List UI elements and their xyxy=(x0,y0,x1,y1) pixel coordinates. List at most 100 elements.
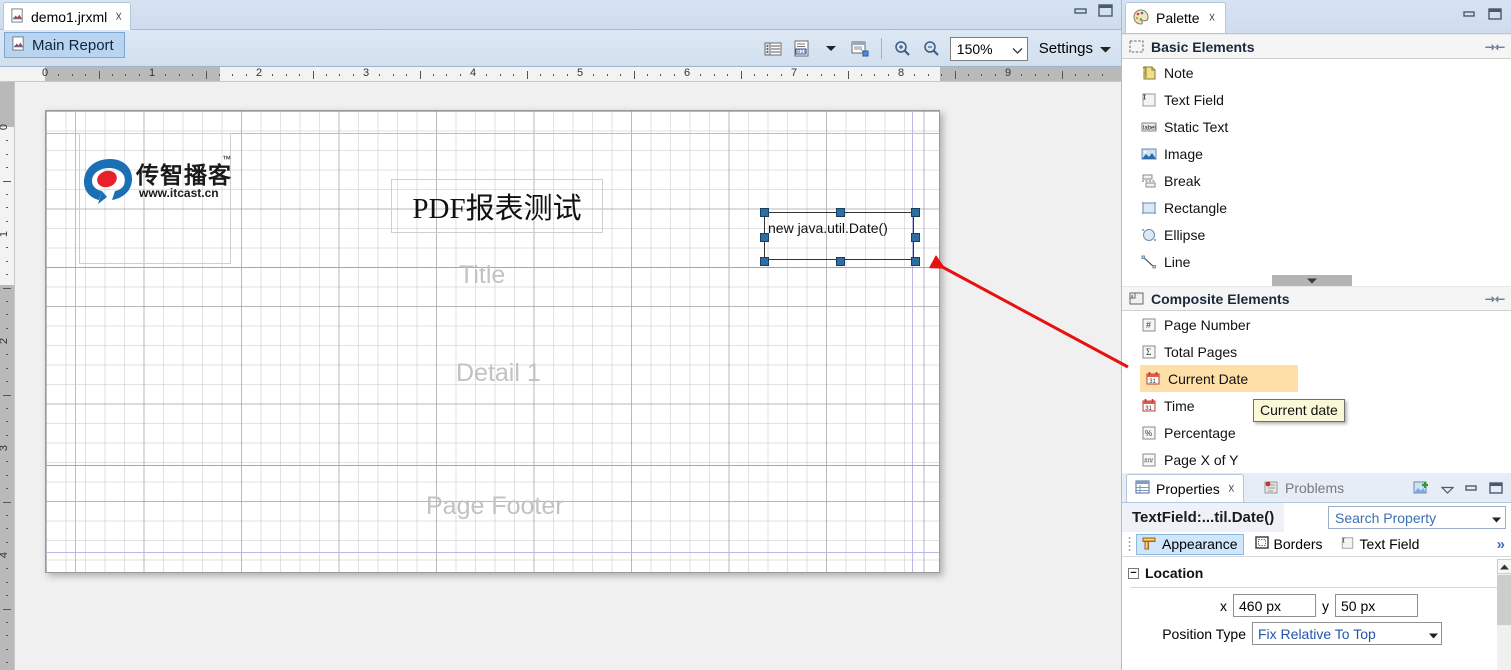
report-page[interactable]: Title Detail 1 Page Footer 传智播客 ™ www.it… xyxy=(45,110,940,573)
palette-item-page-x-of-y[interactable]: #/# Page X of Y xyxy=(1122,446,1511,473)
ptab-appearance[interactable]: Appearance xyxy=(1136,533,1244,555)
ruler-h-tick xyxy=(1048,74,1050,76)
chevron-down-icon[interactable] xyxy=(1492,510,1501,526)
ptab-label: Text Field xyxy=(1359,536,1420,552)
palette-icon xyxy=(1133,8,1149,28)
ruler-h-label: 0 xyxy=(41,67,49,79)
palette-body: Basic Elements ⇾⇽ Note Text Field label xyxy=(1122,33,1511,473)
resize-handle-s[interactable] xyxy=(836,257,845,266)
ruler-h-tick xyxy=(432,74,434,76)
palette-item-line[interactable]: Line xyxy=(1122,248,1511,275)
ruler-h-tick xyxy=(352,74,354,76)
search-property-input[interactable]: Search Property xyxy=(1328,506,1506,529)
position-type-select[interactable]: Fix Relative To Top xyxy=(1252,622,1442,645)
element-static-text-title[interactable]: PDF报表测试 xyxy=(391,179,603,233)
ptab-borders[interactable]: Borders xyxy=(1249,534,1329,554)
zoom-out-icon[interactable] xyxy=(921,38,943,60)
tabs-drag-grip[interactable] xyxy=(1128,535,1131,553)
settings-button[interactable]: Settings xyxy=(1035,40,1115,57)
properties-titlebar: Properties ☓ Problems xyxy=(1122,473,1511,502)
fields-list-icon[interactable] xyxy=(762,38,784,60)
section-divider xyxy=(1130,587,1502,588)
ruler-h-tick xyxy=(847,71,849,79)
palette-item-text-field[interactable]: Text Field xyxy=(1122,86,1511,113)
resize-handle-se[interactable] xyxy=(911,257,920,266)
tab-palette[interactable]: Palette ☓ xyxy=(1125,2,1226,33)
logo-text-cn: 传智播客 xyxy=(136,163,232,189)
palette-item-page-number[interactable]: # Page Number xyxy=(1122,311,1511,338)
logo-tm-icon: ™ xyxy=(222,154,231,164)
zoom-in-icon[interactable] xyxy=(892,38,914,60)
ruler-h-label: 8 xyxy=(897,67,905,79)
preview-icon[interactable] xyxy=(849,38,871,60)
ruler-h-tick xyxy=(513,74,515,76)
element-image-logo[interactable]: 传智播客 ™ www.itcast.cn xyxy=(79,133,231,264)
dataset-icon[interactable]: 010 xyxy=(791,38,813,60)
zoom-level-combobox[interactable]: 150% xyxy=(949,36,1028,61)
close-icon[interactable]: ☓ xyxy=(1228,481,1235,497)
search-property-placeholder: Search Property xyxy=(1335,509,1437,526)
ruler-h-tick xyxy=(232,74,234,76)
problems-tab-label: Problems xyxy=(1285,480,1345,496)
maximize-icon[interactable] xyxy=(1489,482,1503,497)
design-canvas[interactable]: Title Detail 1 Page Footer 传智播客 ™ www.it… xyxy=(16,83,1121,670)
palette-item-rectangle[interactable]: Rectangle xyxy=(1122,194,1511,221)
maximize-icon[interactable] xyxy=(1098,4,1113,20)
resize-handle-e[interactable] xyxy=(911,233,920,242)
editor-tab-demo1[interactable]: demo1.jrxml ☓ xyxy=(3,2,132,30)
main-report-icon xyxy=(11,35,26,55)
ruler-h-tick xyxy=(111,74,113,76)
tab-properties[interactable]: Properties ☓ xyxy=(1126,474,1244,502)
palette-item-ellipse[interactable]: Ellipse xyxy=(1122,221,1511,248)
tab-main-report[interactable]: Main Report xyxy=(4,32,125,58)
resize-handle-nw[interactable] xyxy=(760,208,769,217)
ruler-h-tick xyxy=(994,74,996,76)
ruler-v-tick xyxy=(6,260,8,262)
resize-handle-sw[interactable] xyxy=(760,257,769,266)
minimize-icon[interactable] xyxy=(1465,482,1478,497)
scrollbar-thumb[interactable] xyxy=(1497,575,1511,625)
palette-item-total-pages[interactable]: Σ Total Pages xyxy=(1122,338,1511,365)
ptab-text-field[interactable]: Text Field xyxy=(1334,534,1426,555)
dataset-dropdown-caret[interactable] xyxy=(820,38,842,60)
palette-item-static-text[interactable]: label Static Text xyxy=(1122,113,1511,140)
palette-item-percentage[interactable]: % Percentage xyxy=(1122,419,1511,446)
tab-problems[interactable]: Problems xyxy=(1258,474,1350,502)
palette-item-current-date[interactable]: 31 Current Date xyxy=(1140,365,1298,392)
section-location-header[interactable]: − Location xyxy=(1122,557,1511,584)
palette-item-label: Image xyxy=(1164,145,1203,162)
scroll-up-icon[interactable] xyxy=(1497,559,1511,574)
maximize-icon[interactable] xyxy=(1488,8,1502,23)
ruler-h-label: 1 xyxy=(148,67,156,79)
palette-item-image[interactable]: Image xyxy=(1122,140,1511,167)
palette-item-label: Text Field xyxy=(1164,91,1224,108)
palette-group-basic-elements[interactable]: Basic Elements ⇾⇽ xyxy=(1122,34,1511,59)
properties-scrollbar[interactable] xyxy=(1497,559,1511,670)
toolbar-separator xyxy=(880,38,882,59)
settings-label: Settings xyxy=(1038,40,1093,57)
new-view-icon[interactable] xyxy=(1413,480,1430,499)
ruler-v-tick xyxy=(6,474,8,476)
element-text-field-date[interactable]: new java.util.Date() xyxy=(760,208,920,266)
collapse-icon[interactable]: − xyxy=(1128,567,1139,579)
collapse-group-icon[interactable]: ⇾⇽ xyxy=(1485,292,1505,306)
resize-handle-w[interactable] xyxy=(760,233,769,242)
resize-handle-ne[interactable] xyxy=(911,208,920,217)
y-input[interactable]: 50 px xyxy=(1335,594,1418,617)
collapse-group-icon[interactable]: ⇾⇽ xyxy=(1485,40,1505,54)
palette-group-composite-elements[interactable]: # Composite Elements ⇾⇽ xyxy=(1122,286,1511,311)
palette-scroll-down[interactable] xyxy=(1272,275,1352,286)
more-tabs-icon[interactable]: » xyxy=(1497,536,1505,553)
minimize-icon[interactable] xyxy=(1074,5,1088,20)
palette-item-note[interactable]: Note xyxy=(1122,59,1511,86)
palette-item-break[interactable]: Break xyxy=(1122,167,1511,194)
minimize-icon[interactable] xyxy=(1463,8,1476,23)
view-menu-caret[interactable] xyxy=(1440,482,1455,497)
x-input[interactable]: 460 px xyxy=(1233,594,1316,617)
resize-handle-n[interactable] xyxy=(836,208,845,217)
close-icon[interactable]: ☓ xyxy=(115,9,122,25)
line-icon xyxy=(1140,253,1157,270)
close-icon[interactable]: ☓ xyxy=(1209,10,1216,26)
ruler-v-tick xyxy=(3,608,11,610)
ruler-h-tick xyxy=(807,74,809,76)
